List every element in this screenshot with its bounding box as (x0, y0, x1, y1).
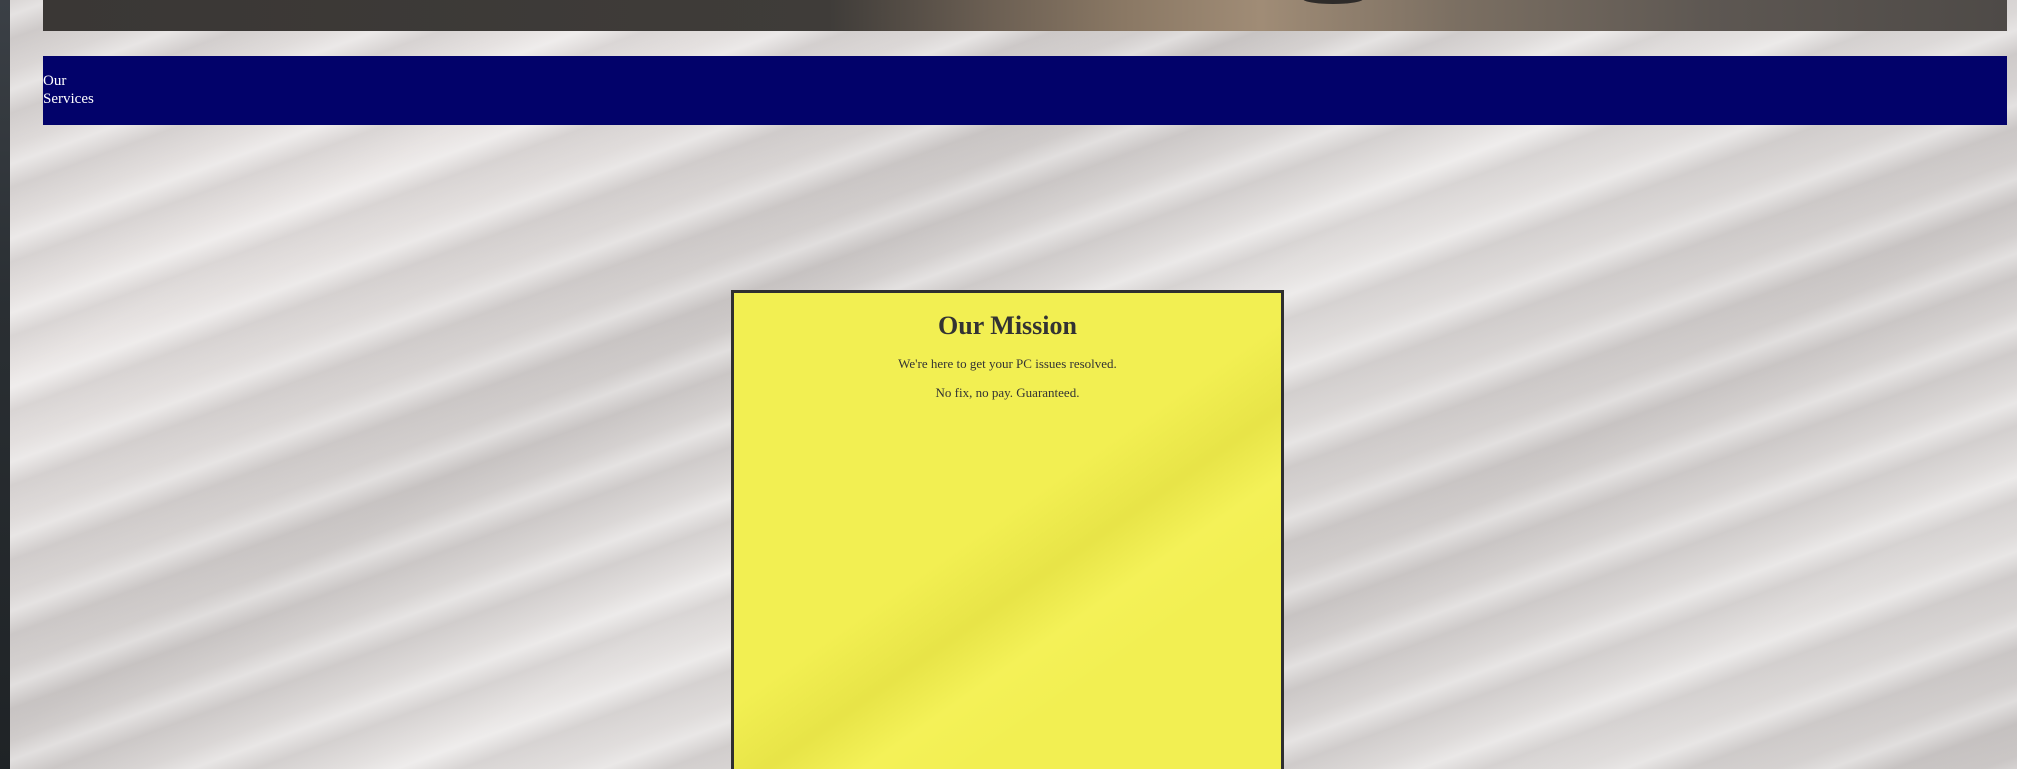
mission-card: Our Mission We're here to get your PC is… (731, 290, 1284, 769)
banner-image-detail (1303, 0, 1363, 4)
left-edge-strip (0, 0, 10, 769)
mission-title: Our Mission (938, 311, 1077, 340)
services-link-line1: Our (43, 73, 67, 89)
services-link-line2: Services (43, 91, 94, 107)
guarantee-statement: No fix, no pay. Guaranteed. (935, 385, 1080, 400)
our-services-link[interactable]: Our Services (43, 72, 113, 108)
mission-statement: We're here to get your PC issues resolve… (898, 356, 1117, 371)
header-banner-image (43, 0, 2007, 31)
navigation-bar: Our Services (43, 56, 2007, 125)
